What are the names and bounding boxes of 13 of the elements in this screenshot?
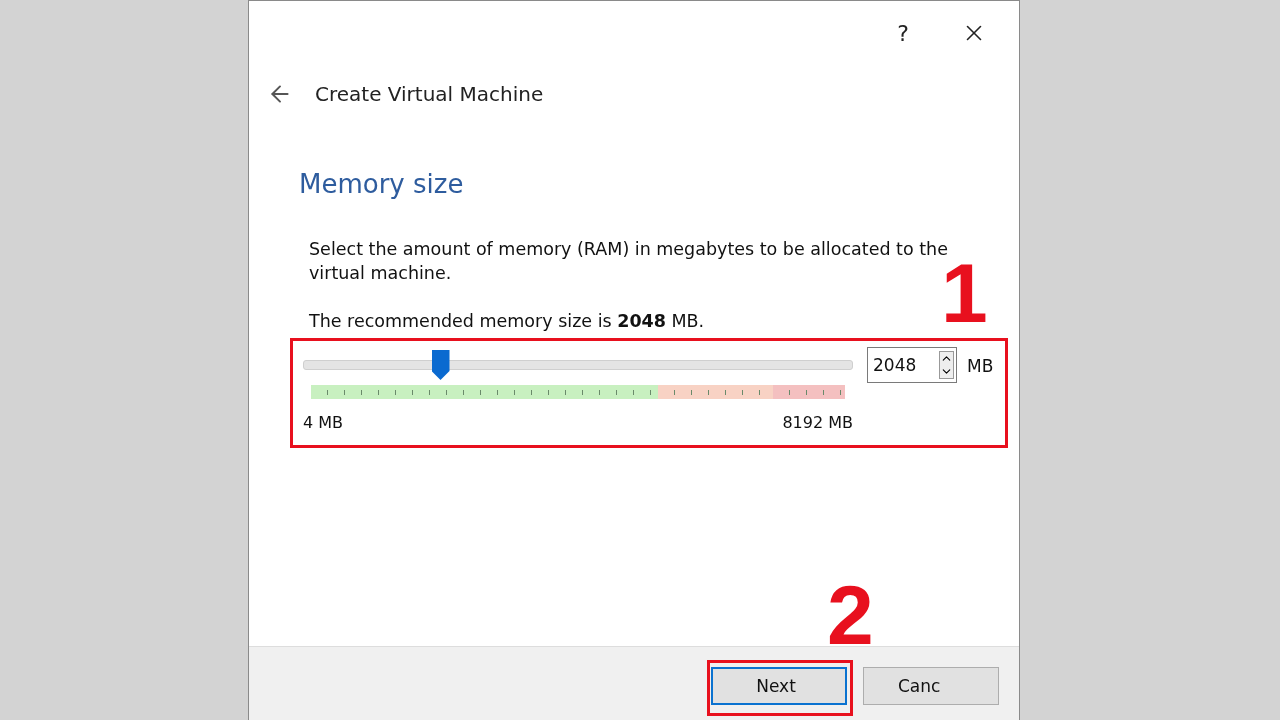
unit-label: MB [967,356,994,378]
recommendation-text: The recommended memory size is 2048 MB. [309,310,706,333]
slider-thumb[interactable] [431,350,450,380]
memory-slider[interactable] [303,350,853,380]
memory-spinbox[interactable]: 2048 [867,347,957,383]
cancel-button[interactable]: Canc [863,667,999,705]
window-title: Create Virtual Machine [315,82,544,106]
next-button[interactable]: Next [711,667,847,705]
min-label: 4 MB [303,413,344,432]
step-number: 2 [827,573,874,657]
page-heading: Memory size [299,169,465,199]
max-label: 8192 MB [782,413,853,432]
help-button[interactable]: ? [897,20,909,46]
